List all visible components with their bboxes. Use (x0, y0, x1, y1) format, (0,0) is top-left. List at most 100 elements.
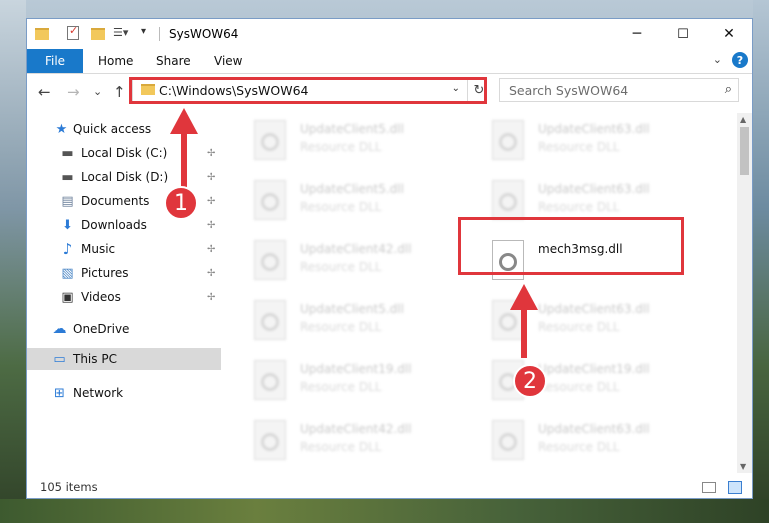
pin-icon: ✢ (207, 195, 216, 207)
item-count: 105 items (40, 480, 98, 494)
recent-locations-button[interactable]: ⌄ (93, 85, 102, 98)
sidebar-item-downloads[interactable]: ⬇ Downloads ✢ (27, 214, 221, 236)
step-2-badge: 2 (513, 364, 547, 398)
rename-icon[interactable]: ☰▾ (113, 26, 133, 42)
file-name: UpdateClient19.dll (538, 362, 650, 376)
expand-ribbon-icon[interactable]: ⌄ (713, 53, 722, 66)
help-icon[interactable]: ? (732, 52, 748, 68)
folder-icon[interactable] (35, 26, 51, 42)
tab-home[interactable]: Home (98, 54, 133, 68)
sidebar-item-label: Pictures (81, 266, 129, 280)
search-box[interactable]: Search SysWOW64 ⌕ (499, 78, 739, 102)
sidebar-item-onedrive[interactable]: ☁ OneDrive (27, 318, 221, 340)
network-icon: ⊞ (54, 385, 65, 401)
file-name: UpdateClient5.dll (300, 122, 404, 136)
up-button[interactable]: ↑ (113, 83, 126, 101)
file-name: UpdateClient5.dll (300, 302, 404, 316)
close-button[interactable]: ✕ (706, 19, 752, 49)
sidebar-item-label: Documents (81, 194, 150, 208)
vertical-scrollbar[interactable]: ▲ ▼ (737, 113, 752, 473)
sidebar-item-label: This PC (73, 352, 117, 366)
sidebar-item-label: Local Disk (C:) (81, 146, 168, 160)
sidebar-item-label: Downloads (81, 218, 147, 232)
details-view-icon[interactable] (702, 482, 716, 493)
file-tab[interactable]: File (27, 49, 83, 73)
desktop-wallpaper-bottom (0, 499, 769, 523)
navigation-bar: ← → ⌄ ↑ C:\Windows\SysWOW64 ⌄ ↻ Search S… (27, 74, 752, 108)
sidebar-item-label: OneDrive (73, 322, 130, 336)
sidebar-item-local-disk-c[interactable]: ▬ Local Disk (C:) ✢ (27, 142, 221, 164)
customize-toolbar-icon[interactable]: ▾ (141, 26, 157, 42)
search-icon[interactable]: ⌕ (725, 82, 732, 97)
file-item[interactable]: UpdateClient19.dll Resource DLL (252, 358, 452, 406)
desktop-wallpaper-right (753, 0, 769, 523)
search-input[interactable]: Search SysWOW64 (509, 83, 628, 98)
forward-button[interactable]: → (67, 83, 80, 101)
dll-file-icon (254, 420, 286, 460)
file-type: Resource DLL (538, 140, 620, 154)
new-folder-icon[interactable] (91, 26, 107, 42)
file-type: Resource DLL (300, 440, 382, 454)
desktop-wallpaper-left (0, 0, 26, 523)
sidebar-item-this-pc[interactable]: ▭ This PC (27, 348, 221, 370)
large-icons-view-icon[interactable] (728, 481, 742, 494)
cloud-icon: ☁ (52, 321, 67, 337)
sidebar-item-label: Music (81, 242, 116, 256)
pin-icon: ✢ (207, 147, 216, 159)
scroll-thumb[interactable] (740, 127, 749, 175)
dll-file-icon (254, 360, 286, 400)
sidebar-item-music[interactable]: ♪ Music ✢ (27, 238, 221, 260)
file-item[interactable]: UpdateClient42.dll Resource DLL (252, 418, 452, 466)
sidebar-item-quick-access[interactable]: ★ Quick access (27, 118, 221, 140)
tab-view[interactable]: View (214, 54, 242, 68)
file-name: UpdateClient63.dll (538, 122, 650, 136)
file-item[interactable]: UpdateClient63.dll Resource DLL (490, 418, 690, 466)
file-item[interactable]: UpdateClient5.dll Resource DLL (252, 118, 452, 166)
file-item[interactable]: UpdateClient63.dll Resource DLL (490, 118, 690, 166)
file-type: Resource DLL (300, 260, 382, 274)
file-type: Resource DLL (538, 380, 620, 394)
minimize-button[interactable]: ─ (614, 19, 660, 49)
address-highlight-box (129, 77, 487, 104)
file-item[interactable]: UpdateClient5.dll Resource DLL (252, 298, 452, 346)
file-item[interactable]: UpdateClient42.dll Resource DLL (252, 238, 452, 286)
file-name: UpdateClient42.dll (300, 422, 412, 436)
title-bar: ✓ ☰▾ ▾ SysWOW64 ─ ☐ ✕ (27, 19, 752, 49)
file-highlight-box (458, 217, 684, 275)
pictures-icon: ▧ (61, 265, 74, 281)
drive-icon: ▬ (61, 145, 74, 161)
file-type: Resource DLL (300, 320, 382, 334)
sidebar-item-pictures[interactable]: ▧ Pictures ✢ (27, 262, 221, 284)
sidebar-item-local-disk-d[interactable]: ▬ Local Disk (D:) ✢ (27, 166, 221, 188)
file-item[interactable]: UpdateClient63.dll Resource DLL (490, 298, 690, 346)
documents-icon: ▤ (61, 193, 74, 209)
dll-file-icon (254, 120, 286, 160)
file-list: UpdateClient5.dll Resource DLL UpdateCli… (222, 113, 737, 473)
step-1-badge: 1 (164, 186, 198, 220)
sidebar-item-label: Quick access (73, 122, 152, 136)
dll-file-icon (492, 180, 524, 220)
scroll-down-icon[interactable]: ▼ (740, 462, 746, 471)
pin-icon: ✢ (207, 291, 216, 303)
dll-file-icon (492, 300, 524, 340)
pin-icon: ✢ (207, 267, 216, 279)
properties-icon[interactable]: ✓ (67, 24, 83, 42)
window-title: SysWOW64 (169, 27, 239, 41)
tab-share[interactable]: Share (156, 54, 191, 68)
dll-file-icon (254, 180, 286, 220)
file-item[interactable]: UpdateClient5.dll Resource DLL (252, 178, 452, 226)
scroll-up-icon[interactable]: ▲ (740, 115, 746, 124)
file-type: Resource DLL (300, 380, 382, 394)
sidebar-item-label: Videos (81, 290, 121, 304)
drive-icon: ▬ (61, 169, 74, 185)
file-name: UpdateClient42.dll (300, 242, 412, 256)
sidebar-item-network[interactable]: ⊞ Network (27, 382, 221, 404)
title-separator (159, 27, 160, 41)
maximize-button[interactable]: ☐ (660, 19, 706, 49)
back-button[interactable]: ← (38, 83, 51, 101)
ribbon-tabs: File Home Share View ⌄ ? (27, 49, 752, 74)
sidebar-item-videos[interactable]: ▣ Videos ✢ (27, 286, 221, 308)
dll-file-icon (254, 240, 286, 280)
pin-icon: ✢ (207, 243, 216, 255)
sidebar-item-label: Network (73, 386, 124, 400)
